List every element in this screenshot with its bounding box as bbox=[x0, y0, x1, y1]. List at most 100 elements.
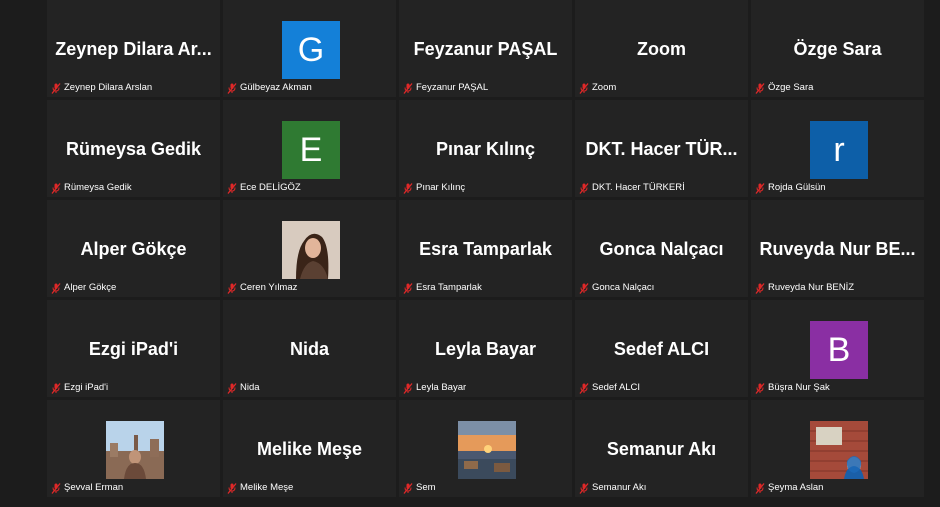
participant-tile[interactable]: r Rojda Gülsün bbox=[751, 100, 924, 197]
participant-display-name: Ezgi iPad'i bbox=[88, 339, 179, 359]
participant-name-label: DKT. Hacer TÜRKERİ bbox=[592, 182, 685, 193]
mic-muted-icon bbox=[579, 282, 589, 294]
participant-name-label: Zeynep Dilara Arslan bbox=[64, 82, 153, 93]
participant-tile[interactable]: Şeyma Aslan bbox=[751, 400, 924, 497]
participant-display-name: Ruveyda Nur BE... bbox=[759, 239, 916, 259]
participant-tile[interactable]: Feyzanur PAŞAL Feyzanur PAŞAL bbox=[399, 0, 572, 97]
participant-tile[interactable]: Ezgi iPad'i Ezgi iPad'i bbox=[47, 300, 220, 397]
mic-muted-icon bbox=[579, 482, 589, 494]
participant-nameplate: DKT. Hacer TÜRKERİ bbox=[579, 182, 685, 194]
participant-tile[interactable]: G Gülbeyaz Akman bbox=[223, 0, 396, 97]
participant-photo bbox=[810, 421, 868, 479]
participant-tile[interactable]: Özge Sara Özge Sara bbox=[751, 0, 924, 97]
video-gallery-grid: Zeynep Dilara Ar... Zeynep Dilara Arslan G… bbox=[47, 0, 924, 497]
participant-name-label: Pınar Kılınç bbox=[416, 182, 466, 193]
participant-tile[interactable]: B Büşra Nur Şak bbox=[751, 300, 924, 397]
mic-muted-icon bbox=[579, 82, 589, 94]
mic-muted-icon bbox=[51, 82, 61, 94]
mic-muted-icon bbox=[51, 382, 61, 394]
participant-nameplate: Zoom bbox=[579, 82, 616, 94]
mic-muted-icon bbox=[755, 382, 765, 394]
participant-name-label: Gülbeyaz Akman bbox=[240, 82, 312, 93]
participant-nameplate: Esra Tamparlak bbox=[403, 282, 482, 294]
participant-name-label: Sedef ALCI bbox=[592, 382, 641, 393]
participant-nameplate: Ece DELİGÖZ bbox=[227, 182, 301, 194]
mic-muted-icon bbox=[51, 182, 61, 194]
participant-tile[interactable]: Esra Tamparlak Esra Tamparlak bbox=[399, 200, 572, 297]
participant-nameplate: Şeyma Aslan bbox=[755, 482, 823, 494]
participant-name-label: Ezgi iPad'i bbox=[64, 382, 109, 393]
mic-muted-icon bbox=[755, 282, 765, 294]
participant-nameplate: Ceren Yılmaz bbox=[227, 282, 297, 294]
mic-muted-icon bbox=[403, 382, 413, 394]
participant-display-name: DKT. Hacer TÜR... bbox=[585, 139, 738, 159]
participant-tile[interactable]: Melike Meşe Melike Meşe bbox=[223, 400, 396, 497]
participant-name-label: Gonca Nalçacı bbox=[592, 282, 655, 293]
participant-name-label: Büşra Nur Şak bbox=[768, 382, 830, 393]
participant-nameplate: Nida bbox=[227, 382, 260, 394]
participant-display-name: Pınar Kılınç bbox=[435, 139, 536, 159]
participant-nameplate: Pınar Kılınç bbox=[403, 182, 465, 194]
participant-nameplate: Gonca Nalçacı bbox=[579, 282, 654, 294]
mic-muted-icon bbox=[227, 482, 237, 494]
participant-display-name: Nida bbox=[289, 339, 329, 359]
participant-display-name: Zeynep Dilara Ar... bbox=[55, 39, 212, 59]
participant-tile[interactable]: Rümeysa Gedik Rümeysa Gedik bbox=[47, 100, 220, 197]
mic-muted-icon bbox=[51, 482, 61, 494]
participant-tile[interactable]: Ruveyda Nur BE... Ruveyda Nur BENİZ bbox=[751, 200, 924, 297]
participant-display-name: Rümeysa Gedik bbox=[65, 139, 202, 159]
participant-display-name: Melike Meşe bbox=[256, 439, 363, 459]
participant-tile[interactable]: Şevval Erman bbox=[47, 400, 220, 497]
participant-tile[interactable]: Zeynep Dilara Ar... Zeynep Dilara Arslan bbox=[47, 0, 220, 97]
participant-tile[interactable]: DKT. Hacer TÜR... DKT. Hacer TÜRKERİ bbox=[575, 100, 748, 197]
participant-name-label: Esra Tamparlak bbox=[416, 282, 482, 293]
mic-muted-icon bbox=[579, 182, 589, 194]
participant-name-label: Zoom bbox=[592, 82, 617, 93]
participant-tile[interactable]: Sedef ALCI Sedef ALCI bbox=[575, 300, 748, 397]
participant-tile[interactable]: Gonca Nalçacı Gonca Nalçacı bbox=[575, 200, 748, 297]
participant-display-name: Gonca Nalçacı bbox=[599, 239, 724, 259]
participant-tile[interactable]: Zoom Zoom bbox=[575, 0, 748, 97]
participant-nameplate: Şevval Erman bbox=[51, 482, 123, 494]
participant-tile[interactable]: Sem bbox=[399, 400, 572, 497]
mic-muted-icon bbox=[403, 482, 413, 494]
mic-muted-icon bbox=[227, 182, 237, 194]
participant-name-label: Rümeysa Gedik bbox=[64, 182, 132, 193]
participant-name-label: Şeyma Aslan bbox=[768, 482, 824, 493]
participant-name-label: Ceren Yılmaz bbox=[240, 282, 298, 293]
participant-name-label: Melike Meşe bbox=[240, 482, 294, 493]
participant-display-name: Sedef ALCI bbox=[613, 339, 710, 359]
participant-nameplate: Sem bbox=[403, 482, 436, 494]
participant-tile[interactable]: Semanur Akı Semanur Akı bbox=[575, 400, 748, 497]
participant-nameplate: Sedef ALCI bbox=[579, 382, 640, 394]
participant-tile[interactable]: Pınar Kılınç Pınar Kılınç bbox=[399, 100, 572, 197]
participant-name-label: Ruveyda Nur BENİZ bbox=[768, 282, 855, 293]
participant-nameplate: Ruveyda Nur BENİZ bbox=[755, 282, 854, 294]
participant-tile[interactable]: Ceren Yılmaz bbox=[223, 200, 396, 297]
participant-display-name: Feyzanur PAŞAL bbox=[413, 39, 558, 59]
mic-muted-icon bbox=[51, 282, 61, 294]
participant-tile[interactable]: Alper Gökçe Alper Gökçe bbox=[47, 200, 220, 297]
participant-name-label: Rojda Gülsün bbox=[768, 182, 826, 193]
participant-name-label: Nida bbox=[240, 382, 260, 393]
participant-nameplate: Alper Gökçe bbox=[51, 282, 116, 294]
participant-nameplate: Rojda Gülsün bbox=[755, 182, 826, 194]
participant-name-label: Şevval Erman bbox=[64, 482, 124, 493]
participant-name-label: Feyzanur PAŞAL bbox=[416, 82, 489, 93]
avatar: B bbox=[810, 321, 868, 379]
participant-nameplate: Leyla Bayar bbox=[403, 382, 466, 394]
participant-name-label: Sem bbox=[416, 482, 436, 493]
participant-nameplate: Büşra Nur Şak bbox=[755, 382, 830, 394]
participant-photo bbox=[282, 221, 340, 279]
participant-tile[interactable]: E Ece DELİGÖZ bbox=[223, 100, 396, 197]
participant-display-name: Leyla Bayar bbox=[434, 339, 537, 359]
mic-muted-icon bbox=[403, 82, 413, 94]
participant-nameplate: Gülbeyaz Akman bbox=[227, 82, 312, 94]
avatar: G bbox=[282, 21, 340, 79]
participant-nameplate: Zeynep Dilara Arslan bbox=[51, 82, 152, 94]
participant-nameplate: Semanur Akı bbox=[579, 482, 646, 494]
participant-tile[interactable]: Nida Nida bbox=[223, 300, 396, 397]
participant-name-label: Leyla Bayar bbox=[416, 382, 467, 393]
participant-tile[interactable]: Leyla Bayar Leyla Bayar bbox=[399, 300, 572, 397]
participant-display-name: Esra Tamparlak bbox=[419, 239, 552, 259]
